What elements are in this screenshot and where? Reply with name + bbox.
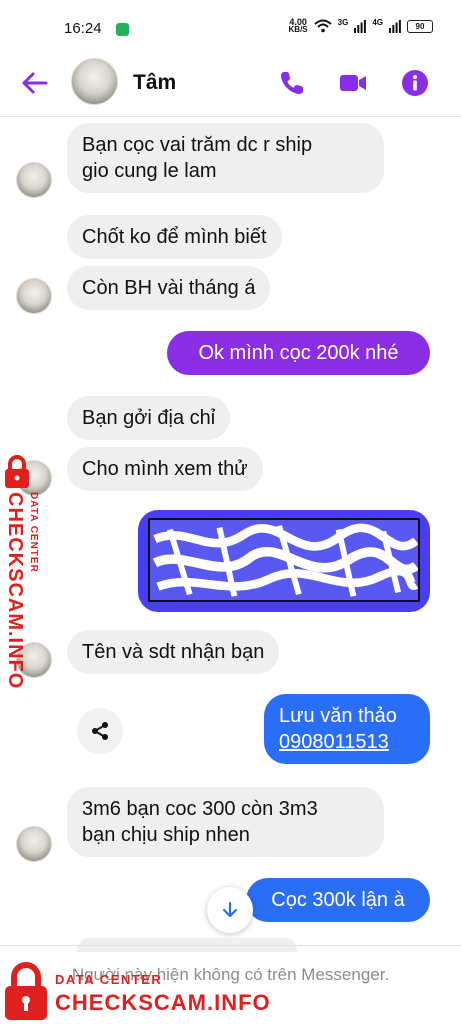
- watermark-bottom: DATA CENTER CHECKSCAM.INFO: [0, 958, 300, 1024]
- share-button[interactable]: [77, 708, 123, 754]
- wifi-icon: [313, 19, 332, 33]
- video-call-icon[interactable]: [338, 68, 368, 98]
- phone-call-icon[interactable]: [277, 68, 307, 98]
- message-text: 3m6 bạn coc 300 còn 3m3: [82, 798, 318, 820]
- lock-icon: [5, 455, 29, 488]
- network-4g-label: 4G: [372, 18, 383, 27]
- message-text: Tên và sdt nhận bạn: [82, 641, 265, 663]
- sender-avatar[interactable]: [16, 162, 52, 198]
- message-text: Cọc 300k lận à: [271, 889, 405, 911]
- watermark-side: DATA CENTER CHECKSCAM.INFO: [0, 452, 44, 689]
- message-text: Cho mình xem thử: [82, 458, 248, 480]
- message-text: Chốt ko để mình biết: [82, 226, 267, 248]
- message-incoming[interactable]: 3m6 bạn coc 300 còn 3m3 bạn chịu ship nh…: [67, 787, 384, 857]
- battery-icon: 90: [407, 19, 433, 33]
- message-incoming[interactable]: Bạn cọc vai trăm dc r ship gio cung le l…: [67, 123, 384, 193]
- message-incoming[interactable]: Bạn gởi địa chỉ: [67, 396, 231, 440]
- contact-name[interactable]: Tâm: [133, 71, 176, 95]
- message-incoming[interactable]: Chốt ko để mình biết: [67, 215, 282, 259]
- message-outgoing[interactable]: Lưu văn thảo 0908011513: [264, 694, 430, 764]
- message-text: gio cung le lam: [82, 160, 217, 182]
- status-indicators: 4.00 KB/S 3G 4G 90: [289, 18, 433, 34]
- info-icon[interactable]: [400, 68, 430, 98]
- back-arrow-icon[interactable]: [20, 68, 50, 98]
- chat-header: Tâm: [0, 58, 461, 108]
- message-text: bạn chịu ship nhen: [82, 824, 250, 846]
- net-speed: 4.00 KB/S: [289, 18, 308, 34]
- lock-icon: [5, 962, 47, 1020]
- sender-avatar[interactable]: [16, 278, 52, 314]
- redaction-scribble: [150, 520, 418, 600]
- phone-number-link[interactable]: 0908011513: [279, 729, 415, 755]
- signal-icon: [389, 19, 401, 33]
- status-bar: 16:24 4.00 KB/S 3G 4G 90: [0, 0, 461, 58]
- image-message-redacted[interactable]: [138, 510, 430, 612]
- scroll-to-bottom-button[interactable]: [207, 887, 253, 933]
- watermark-title: CHECKSCAM.INFO: [4, 492, 26, 690]
- message-incoming[interactable]: Còn BH vài tháng á: [67, 266, 271, 310]
- share-icon: [92, 722, 108, 740]
- watermark-title: CHECKSCAM.INFO: [55, 990, 271, 1015]
- net-speed-unit: KB/S: [288, 25, 308, 34]
- message-incoming[interactable]: Tên và sdt nhận bạn: [67, 630, 280, 674]
- app-notification-icon: [116, 23, 129, 36]
- redacted-image: [148, 518, 420, 602]
- signal-icon: [354, 19, 367, 33]
- arrow-down-icon: [222, 901, 238, 918]
- footer-divider: [0, 945, 461, 946]
- watermark-subtitle: DATA CENTER: [55, 972, 163, 987]
- status-time: 16:24: [64, 20, 102, 37]
- message-outgoing[interactable]: Cọc 300k lận à: [246, 878, 430, 922]
- message-text: Ok mình cọc 200k nhé: [198, 342, 399, 364]
- message-text: Bạn gởi địa chỉ: [82, 407, 216, 429]
- message-text: Còn BH vài tháng á: [82, 277, 256, 299]
- sender-avatar[interactable]: [16, 826, 52, 862]
- contact-avatar[interactable]: [71, 58, 118, 105]
- message-text: Bạn cọc vai trăm dc r ship: [82, 134, 313, 156]
- watermark-subtitle: DATA CENTER: [28, 492, 39, 573]
- message-incoming[interactable]: Cho mình xem thử: [67, 447, 263, 491]
- message-outgoing[interactable]: Ok mình cọc 200k nhé: [167, 331, 430, 375]
- header-divider: [0, 116, 461, 117]
- network-3g-label: 3G: [337, 18, 349, 27]
- message-text: Lưu văn thảo: [279, 705, 397, 727]
